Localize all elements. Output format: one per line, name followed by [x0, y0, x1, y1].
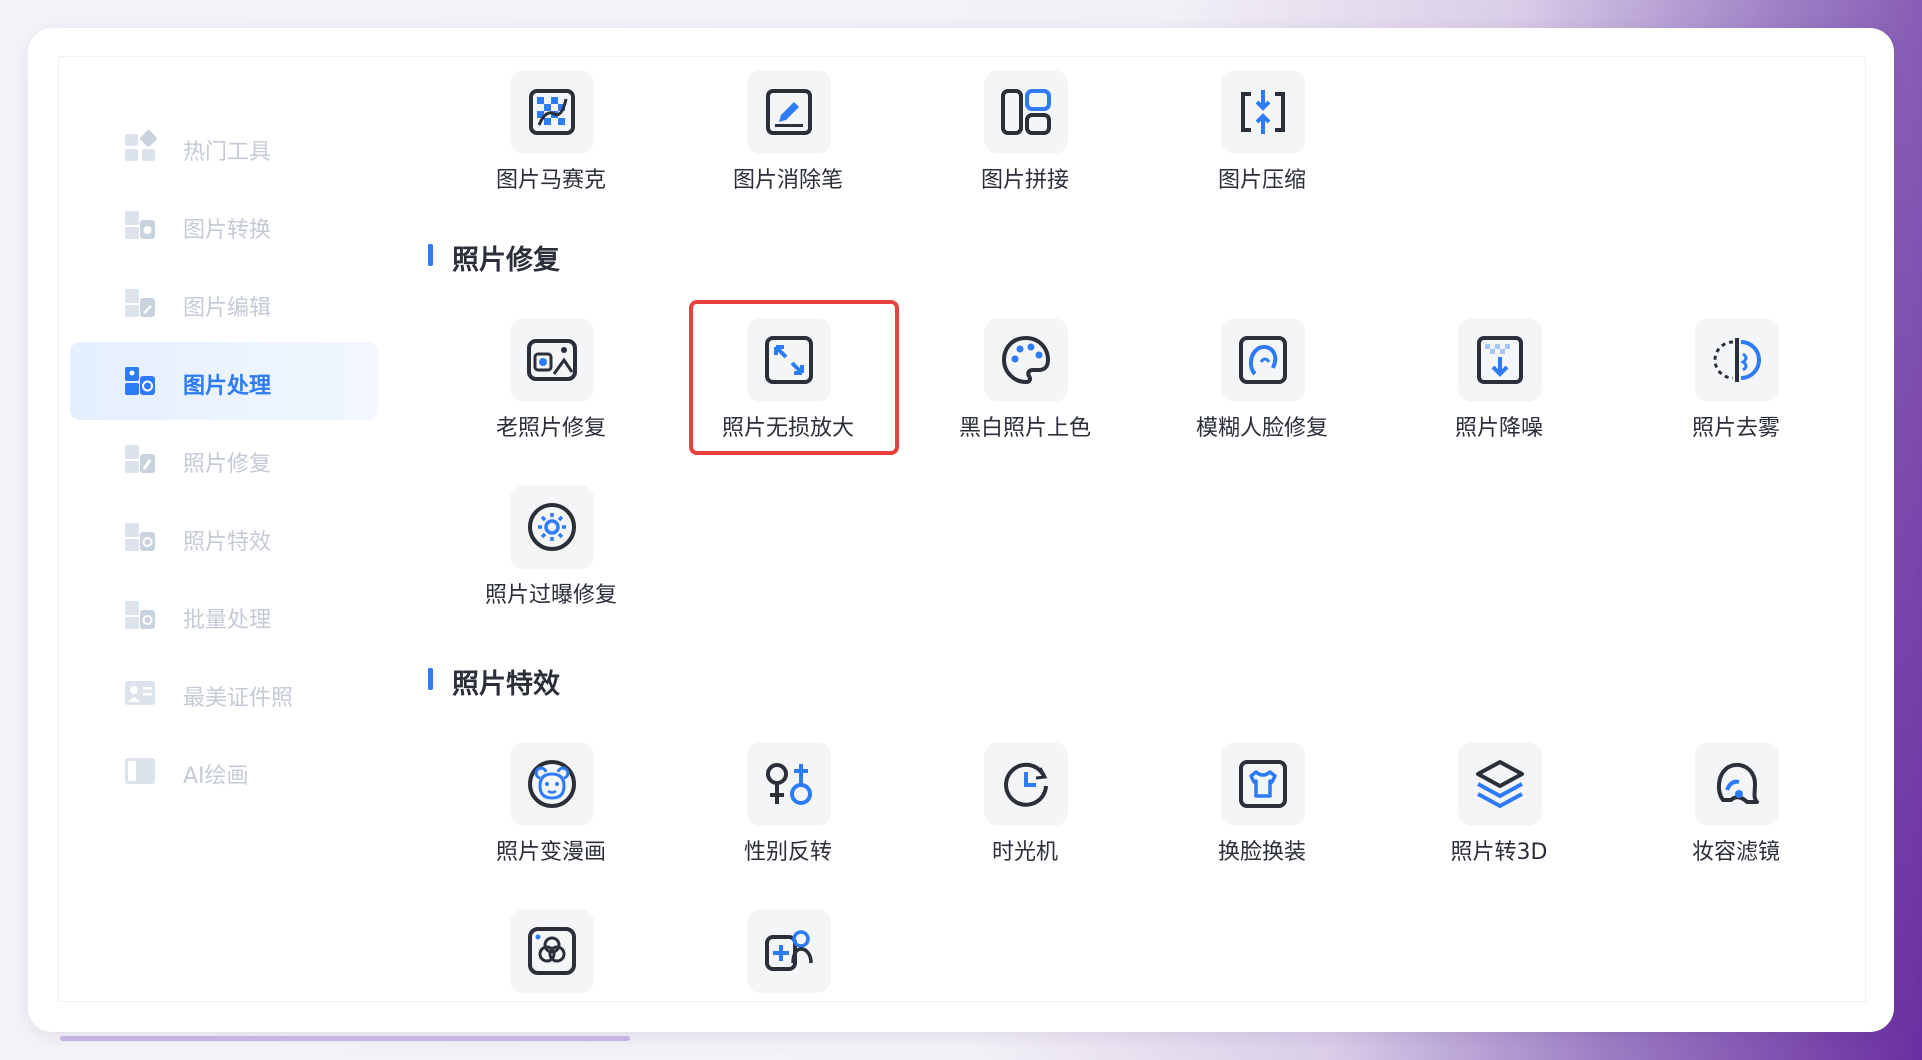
mosaic-icon [529, 89, 575, 135]
face-repair-icon [1239, 336, 1287, 384]
id-photo-icon [125, 681, 155, 705]
sidebar-item-label: 最美证件照 [183, 686, 294, 711]
tool-label: 老照片修复 [495, 416, 606, 441]
tool-label: 黑白照片上色 [958, 416, 1091, 441]
sidebar-item-hot-tools[interactable]: 热门工具 [70, 108, 378, 186]
layers-icon [1476, 760, 1524, 809]
palette-icon [1001, 335, 1051, 385]
tool-colorize[interactable]: 黑白照片上色 [925, 318, 1125, 458]
tool-label: 图片拼接 [980, 168, 1069, 193]
shirt-icon [1239, 760, 1287, 808]
tool-photo-to-3d[interactable]: 照片转3D [1399, 742, 1599, 882]
image-convert-icon [125, 211, 155, 239]
gender-icon [766, 763, 812, 805]
compress-icon [1241, 90, 1285, 134]
sidebar-item-label: 热门工具 [183, 140, 272, 165]
scroll-indicator[interactable] [60, 1036, 630, 1041]
tool-face-repair[interactable]: 模糊人脸修复 [1162, 318, 1362, 458]
sidebar-item-batch[interactable]: 批量处理 [70, 576, 378, 654]
tool-label: 照片去雾 [1691, 416, 1780, 441]
tool-label: 照片降噪 [1454, 416, 1543, 441]
sidebar-item-label: 图片处理 [183, 374, 272, 399]
tool-image-compress[interactable]: 图片压缩 [1162, 70, 1362, 210]
sidebar-item-label: 图片转换 [183, 218, 272, 243]
sidebar-item-label: 照片修复 [183, 452, 272, 477]
collage-icon [1001, 89, 1051, 135]
sidebar-item-label: 批量处理 [183, 608, 272, 633]
sidebar-item-label: 照片特效 [183, 530, 272, 555]
sidebar-item-ai-paint[interactable]: AI绘画 [70, 732, 378, 810]
cartoon-bear-icon [528, 760, 576, 808]
sidebar-item-photo-repair[interactable]: 照片修复 [70, 420, 378, 498]
tool-label: 换脸换装 [1217, 840, 1306, 865]
tool-label: 模糊人脸修复 [1195, 416, 1328, 441]
sidebar-item-id-photo[interactable]: 最美证件照 [70, 654, 378, 732]
old-photo-icon [527, 339, 577, 381]
grid-icon [125, 130, 157, 161]
sidebar-item-photo-effect[interactable]: 照片特效 [70, 498, 378, 576]
photo-effect-icon [125, 523, 155, 551]
tool-gender-swap[interactable]: 性别反转 [688, 742, 888, 882]
tool-time-machine[interactable]: 时光机 [925, 742, 1125, 882]
tool-dehaze[interactable]: 照片去雾 [1636, 318, 1836, 458]
section-title: 照片修复 [452, 245, 560, 276]
sidebar-item-image-process[interactable]: 图片处理 [70, 342, 378, 420]
tool-label: 照片变漫画 [495, 840, 606, 865]
dehaze-icon [1713, 338, 1761, 382]
sun-icon [528, 503, 576, 551]
tool-overexposure-repair[interactable]: 照片过曝修复 [451, 485, 651, 625]
image-process-icon [125, 367, 155, 395]
tool-label: 图片压缩 [1217, 168, 1306, 193]
tool-image-collage[interactable]: 图片拼接 [925, 70, 1125, 210]
highlight-box [689, 300, 899, 455]
denoise-icon [1477, 336, 1523, 384]
ai-paint-icon [125, 758, 155, 784]
tool-old-photo-repair[interactable]: 老照片修复 [451, 318, 651, 458]
tool-label: 性别反转 [743, 840, 832, 865]
section-title: 照片特效 [452, 669, 560, 700]
image-edit-icon [125, 289, 155, 317]
tool-label: 照片转3D [1450, 840, 1548, 865]
color-circles-icon [528, 927, 576, 975]
tool-label: 妆容滤镜 [1691, 840, 1780, 865]
sidebar-item-image-edit[interactable]: 图片编辑 [70, 264, 378, 342]
eraser-pen-icon [766, 89, 812, 135]
sidebar-item-label: 图片编辑 [183, 296, 272, 321]
makeup-icon [1716, 762, 1759, 804]
tool-face-swap[interactable]: 换脸换装 [1162, 742, 1362, 882]
tool-add-person[interactable] [688, 909, 888, 1049]
sidebar-item-image-convert[interactable]: 图片转换 [70, 186, 378, 264]
clock-icon [1004, 762, 1048, 807]
tool-image-mosaic[interactable]: 图片马赛克 [451, 70, 651, 210]
tool-label: 图片马赛克 [495, 168, 606, 193]
sidebar-item-label: AI绘画 [183, 764, 249, 789]
tool-image-eraser[interactable]: 图片消除笔 [688, 70, 888, 210]
tool-label: 照片过曝修复 [484, 583, 617, 608]
tool-label: 图片消除笔 [732, 168, 843, 193]
tool-label: 时光机 [991, 840, 1058, 865]
tool-photo-to-cartoon[interactable]: 照片变漫画 [451, 742, 651, 882]
tool-denoise[interactable]: 照片降噪 [1399, 318, 1599, 458]
tool-makeup-filter[interactable]: 妆容滤镜 [1636, 742, 1836, 882]
tool-color-filter[interactable] [451, 909, 651, 1049]
photo-repair-icon [125, 445, 155, 473]
add-person-icon [765, 930, 813, 971]
batch-icon [125, 601, 155, 629]
